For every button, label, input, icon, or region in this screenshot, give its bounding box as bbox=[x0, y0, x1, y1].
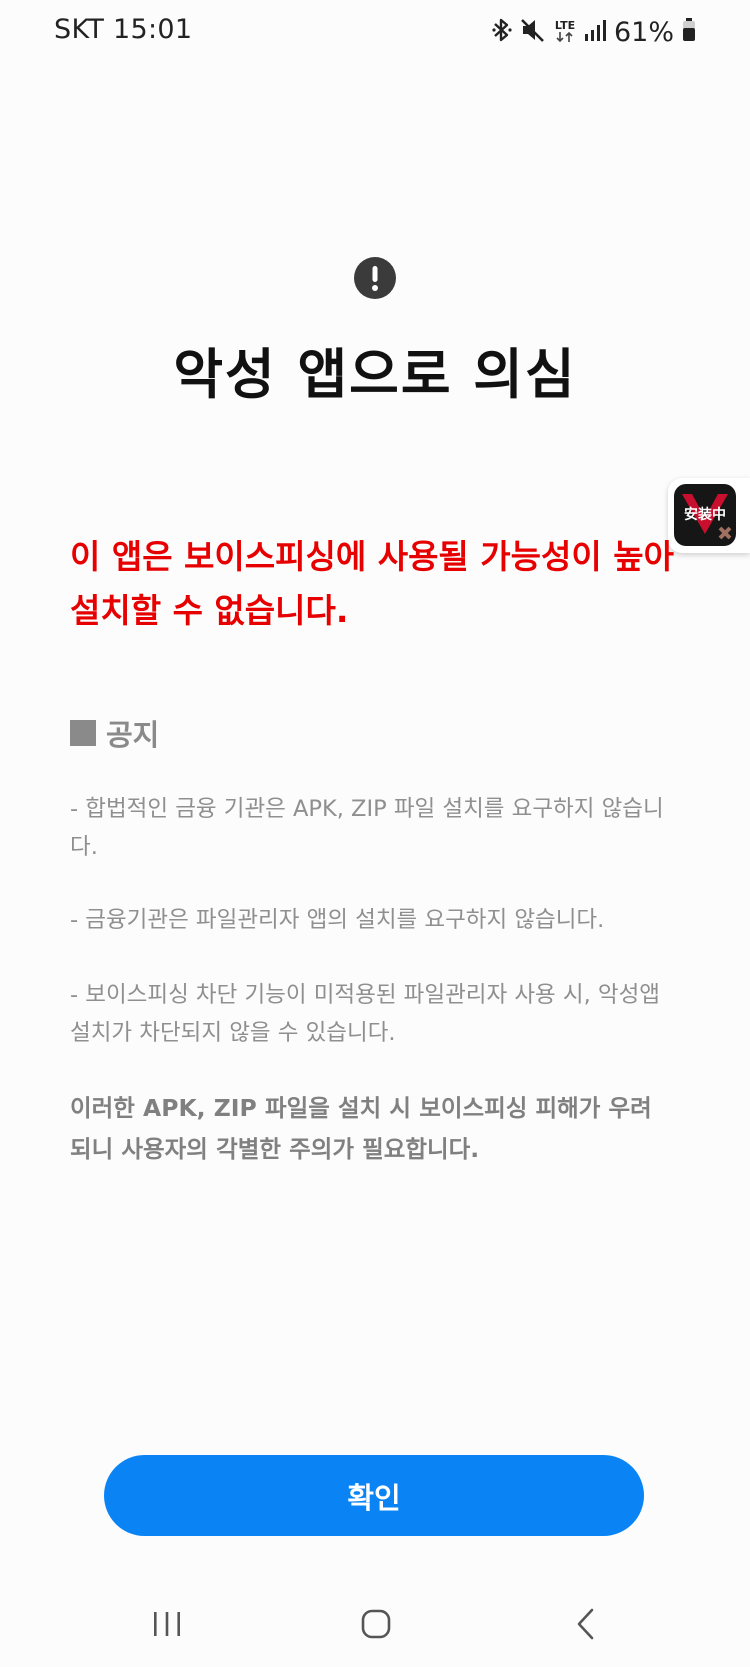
notice-item: - 금융기관은 파일관리자 앱의 설치를 요구하지 않습니다. bbox=[70, 907, 605, 933]
notice-emphasis: 이러한 APK, ZIP 파일을 설치 시 보이스피싱 피해가 우려되니 사용자… bbox=[70, 1094, 652, 1163]
battery-icon bbox=[682, 18, 696, 46]
status-bar: SKT 15:01 LTE 61% bbox=[0, 0, 750, 64]
recent-apps-button[interactable] bbox=[127, 1580, 207, 1667]
home-button[interactable] bbox=[336, 1580, 416, 1667]
battery-percent: 61% bbox=[613, 16, 674, 48]
notice-item: - 합법적인 금융 기관은 APK, ZIP 파일 설치를 요구하지 않습니다. bbox=[70, 796, 664, 860]
status-icons: LTE 61% bbox=[492, 14, 696, 50]
notice-heading: 공지 bbox=[70, 712, 159, 754]
bluetooth-icon bbox=[492, 16, 512, 48]
confirm-button[interactable]: 확인 bbox=[104, 1455, 644, 1536]
carrier-time: SKT 15:01 bbox=[54, 14, 193, 45]
mute-icon bbox=[520, 16, 546, 48]
warning-message: 이 앱은 보이스피싱에 사용될 가능성이 높아 설치할 수 없습니다. bbox=[70, 537, 674, 630]
notice-heading-label: 공지 bbox=[106, 718, 160, 752]
exclamation-icon bbox=[354, 257, 396, 299]
notice-item: - 보이스피싱 차단 기능이 미적용된 파일관리자 사용 시, 악성앱 설치가 … bbox=[70, 982, 660, 1046]
page-title: 악성 앱으로 의심 bbox=[173, 343, 577, 406]
signal-icon bbox=[584, 18, 606, 46]
recent-apps-icon bbox=[154, 1611, 180, 1636]
square-bullet-icon bbox=[70, 720, 96, 746]
badge-label: 安装中 bbox=[684, 507, 726, 523]
lte-icon: LTE bbox=[554, 20, 576, 45]
home-icon bbox=[361, 1609, 391, 1638]
navigation-bar bbox=[0, 1580, 750, 1667]
back-button[interactable] bbox=[546, 1580, 626, 1667]
back-icon bbox=[577, 1608, 594, 1639]
